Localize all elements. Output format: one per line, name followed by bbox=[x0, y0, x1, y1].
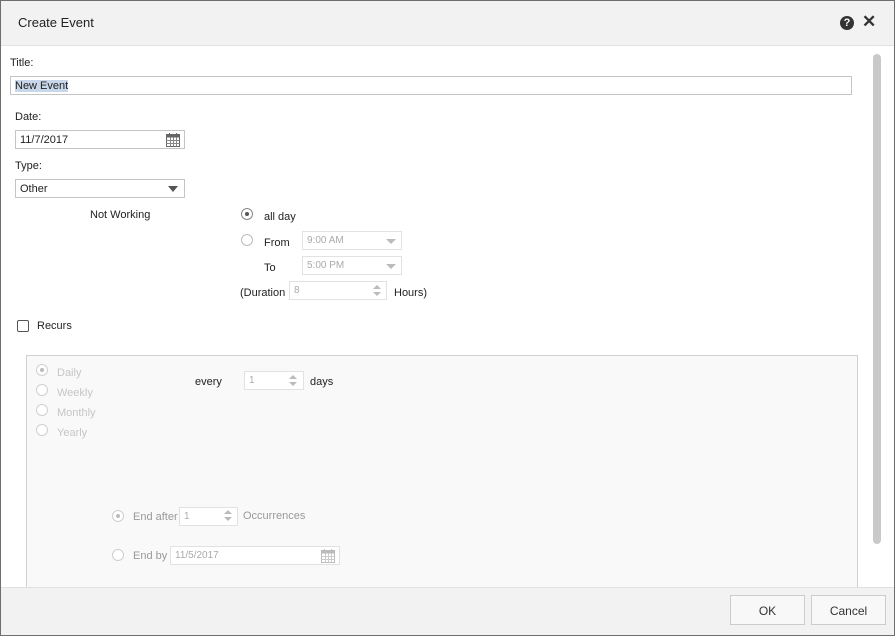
duration-label: (Duration bbox=[240, 287, 286, 299]
dialog-title: Create Event bbox=[18, 15, 94, 30]
to-time-value: 5:00 PM bbox=[307, 260, 345, 271]
every-label: every bbox=[195, 376, 222, 388]
all-day-radio[interactable] bbox=[241, 208, 253, 220]
every-value: 1 bbox=[249, 375, 255, 386]
end-after-radio[interactable] bbox=[112, 510, 124, 522]
end-by-input[interactable]: 11/5/2017 bbox=[170, 546, 340, 565]
recurrence-panel: Daily Weekly Monthly Yearly every 1 days… bbox=[26, 355, 858, 587]
dialog-body: Title: New Event Date: 11/7/2017 Type: O… bbox=[1, 46, 894, 587]
recurs-checkbox[interactable] bbox=[17, 320, 29, 332]
duration-input[interactable]: 8 bbox=[289, 281, 387, 300]
calendar-icon[interactable] bbox=[166, 133, 180, 147]
spin-down-icon[interactable] bbox=[224, 517, 232, 521]
date-input[interactable]: 11/7/2017 bbox=[15, 130, 185, 149]
title-input-value: New Event bbox=[15, 80, 69, 92]
end-by-label: End by bbox=[133, 550, 168, 562]
chevron-down-icon[interactable] bbox=[386, 264, 396, 269]
spin-up-icon[interactable] bbox=[224, 510, 232, 514]
spin-down-icon[interactable] bbox=[289, 382, 297, 386]
cancel-button[interactable]: Cancel bbox=[811, 595, 886, 625]
duration-value: 8 bbox=[294, 285, 300, 296]
end-after-value: 1 bbox=[184, 511, 190, 522]
from-label: From bbox=[264, 237, 290, 249]
spin-up-icon[interactable] bbox=[373, 285, 381, 289]
from-time-value: 9:00 AM bbox=[307, 235, 344, 246]
title-input[interactable]: New Event bbox=[10, 76, 852, 95]
ok-button[interactable]: OK bbox=[730, 595, 805, 625]
chevron-down-icon[interactable] bbox=[386, 239, 396, 244]
monthly-label: Monthly bbox=[57, 407, 96, 419]
end-by-radio[interactable] bbox=[112, 549, 124, 561]
end-after-label: End after bbox=[133, 511, 178, 523]
daily-radio[interactable] bbox=[36, 364, 48, 376]
type-select-value: Other bbox=[20, 183, 48, 195]
date-input-value: 11/7/2017 bbox=[20, 134, 69, 146]
calendar-icon[interactable] bbox=[321, 549, 335, 563]
monthly-radio[interactable] bbox=[36, 404, 48, 416]
spin-up-icon[interactable] bbox=[289, 375, 297, 379]
dialog-header: Create Event ? ✕ bbox=[1, 1, 894, 46]
vertical-scrollbar[interactable] bbox=[873, 54, 881, 544]
end-by-value: 11/5/2017 bbox=[175, 550, 219, 561]
hours-label: Hours) bbox=[394, 287, 428, 299]
title-label: Title: bbox=[10, 57, 34, 69]
close-icon[interactable]: ✕ bbox=[862, 12, 876, 32]
date-label: Date: bbox=[15, 111, 42, 123]
daily-label: Daily bbox=[57, 367, 82, 379]
help-icon[interactable]: ? bbox=[840, 16, 854, 30]
all-day-label: all day bbox=[264, 211, 296, 223]
to-label: To bbox=[264, 262, 276, 274]
every-input[interactable]: 1 bbox=[244, 371, 304, 390]
yearly-label: Yearly bbox=[57, 427, 88, 439]
dialog-footer: OK Cancel bbox=[1, 587, 894, 635]
occurrences-label: Occurrences bbox=[243, 510, 306, 522]
type-label: Type: bbox=[15, 160, 42, 172]
recurs-label: Recurs bbox=[37, 320, 72, 332]
weekly-label: Weekly bbox=[57, 387, 93, 399]
chevron-down-icon[interactable] bbox=[168, 186, 178, 192]
weekly-radio[interactable] bbox=[36, 384, 48, 396]
not-working-label: Not Working bbox=[90, 209, 151, 221]
spin-down-icon[interactable] bbox=[373, 292, 381, 296]
create-event-dialog: Create Event ? ✕ Title: New Event Date: … bbox=[0, 0, 895, 636]
yearly-radio[interactable] bbox=[36, 424, 48, 436]
type-select[interactable]: Other bbox=[15, 179, 185, 198]
from-radio[interactable] bbox=[241, 234, 253, 246]
days-label: days bbox=[310, 376, 334, 388]
